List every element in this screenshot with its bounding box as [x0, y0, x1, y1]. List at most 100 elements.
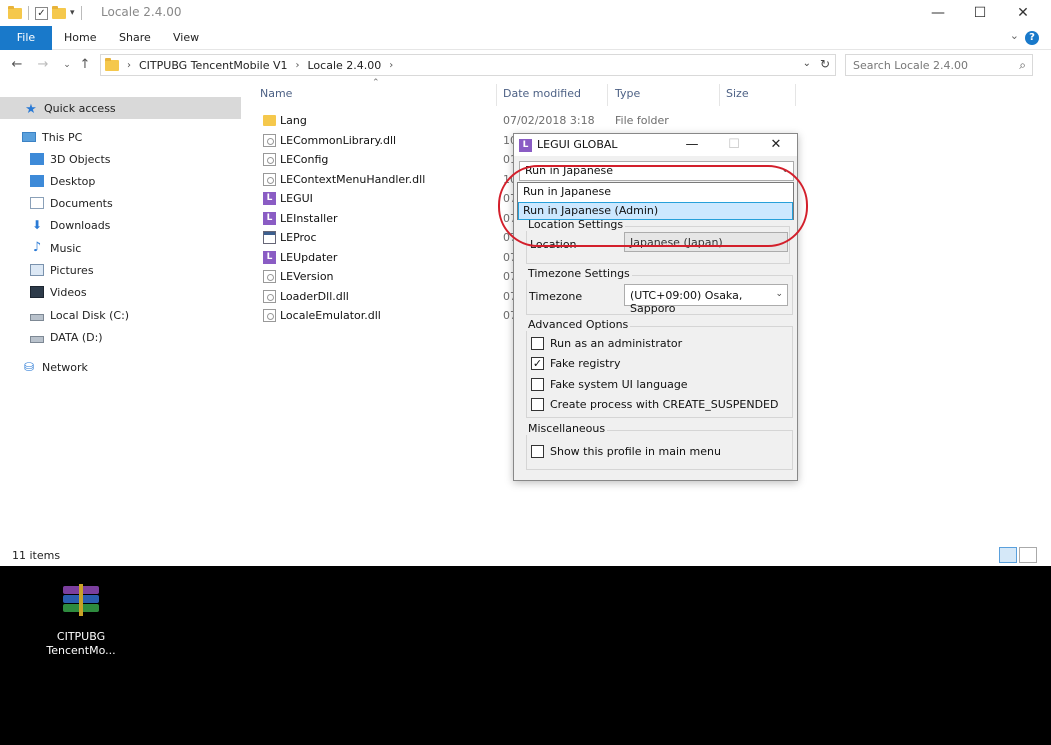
- desktop: ✓ ▾ Locale 2.4.00 — ☐ ✕ File Home Share …: [0, 0, 1051, 745]
- exe-icon: [263, 231, 276, 244]
- back-button[interactable]: ←: [8, 56, 26, 74]
- checkbox[interactable]: [531, 336, 544, 350]
- sidebar-item-3d-objects[interactable]: 3D Objects: [30, 149, 111, 169]
- sidebar-item-documents[interactable]: Documents: [30, 193, 113, 213]
- app-icon: L: [263, 250, 276, 264]
- address-bar[interactable]: › CITPUBG TencentMobile V1 › Locale 2.4.…: [100, 54, 836, 76]
- close-button[interactable]: ✕: [761, 136, 791, 154]
- new-folder-icon[interactable]: [52, 5, 66, 19]
- recent-locations-icon[interactable]: ⌄: [58, 56, 76, 74]
- details-view-button[interactable]: [999, 547, 1017, 563]
- column-divider[interactable]: [607, 84, 608, 106]
- tab-view[interactable]: View: [173, 26, 199, 50]
- address-history-icon[interactable]: ⌄: [803, 58, 811, 69]
- file-name: LEInstaller: [280, 211, 338, 225]
- profile-select[interactable]: Run in Japanese ⌄: [519, 161, 794, 181]
- timezone-select[interactable]: (UTC+09:00) Osaka, Sapporo ⌄: [624, 284, 788, 315]
- dropdown-option-highlighted[interactable]: Run in Japanese (Admin): [518, 202, 793, 220]
- checkbox-fake-registry[interactable]: ✓ Fake registry: [531, 355, 620, 371]
- sidebar-item-label: Music: [50, 241, 82, 255]
- dialog-title-bar: L LEGUI GLOBAL — ☐ ✕: [514, 134, 797, 156]
- column-divider[interactable]: [496, 84, 497, 106]
- chevron-right-icon[interactable]: ›: [296, 60, 300, 71]
- status-item-count: 11 items: [12, 549, 61, 562]
- 3d-objects-icon: [30, 153, 44, 165]
- search-input[interactable]: Search Locale 2.4.00 ⌕: [845, 54, 1033, 76]
- sidebar-item-local-disk[interactable]: Local Disk (C:): [30, 305, 129, 325]
- folder-icon: [105, 57, 119, 71]
- dropdown-option[interactable]: Run in Japanese: [518, 183, 793, 201]
- advanced-options-title: Advanced Options: [526, 318, 631, 331]
- sidebar-item-quick-access[interactable]: ★ Quick access: [0, 97, 241, 119]
- file-name: LEVersion: [280, 270, 334, 283]
- chevron-right-icon[interactable]: ›: [389, 60, 393, 71]
- sidebar-item-this-pc[interactable]: This PC: [22, 127, 82, 147]
- checkbox-run-as-admin[interactable]: Run as an administrator: [531, 335, 682, 351]
- checkbox[interactable]: [531, 397, 544, 411]
- sidebar-item-label: Desktop: [50, 174, 96, 188]
- forward-button[interactable]: →: [34, 56, 52, 74]
- divider: [80, 6, 82, 20]
- sidebar-item-downloads[interactable]: ⬇ Downloads: [30, 215, 110, 235]
- sidebar-item-data-drive[interactable]: DATA (D:): [30, 327, 103, 347]
- file-type: File folder: [615, 114, 669, 127]
- close-button[interactable]: ✕: [1001, 0, 1045, 26]
- sidebar-item-pictures[interactable]: Pictures: [30, 260, 94, 280]
- large-icons-view-button[interactable]: [1019, 547, 1037, 563]
- dialog-title: LEGUI GLOBAL: [537, 138, 618, 151]
- app-icon: L: [263, 211, 276, 225]
- profile-dropdown-list: Run in Japanese Run in Japanese (Admin): [517, 182, 794, 220]
- folder-icon: [263, 115, 276, 126]
- up-button[interactable]: ↑: [76, 56, 94, 74]
- winrar-archive-icon: [61, 584, 101, 618]
- checkbox[interactable]: [531, 377, 544, 391]
- sidebar-item-label: Videos: [50, 285, 87, 299]
- legui-logo-icon: L: [519, 139, 532, 152]
- tab-share[interactable]: Share: [119, 26, 151, 50]
- app-icon: L: [263, 192, 276, 205]
- star-icon: ★: [25, 102, 37, 117]
- profile-select-value: Run in Japanese: [525, 164, 614, 177]
- desktop-shortcut[interactable]: CITPUBG TencentMo...: [40, 584, 122, 658]
- checkbox-create-suspended[interactable]: Create process with CREATE_SUSPENDED: [531, 396, 778, 412]
- properties-icon[interactable]: ✓: [35, 6, 48, 20]
- tab-home[interactable]: Home: [64, 26, 96, 50]
- location-select[interactable]: Japanese (Japan): [624, 232, 788, 252]
- help-icon[interactable]: ?: [1025, 31, 1039, 45]
- column-header-name[interactable]: Name: [260, 87, 292, 100]
- location-select-value: Japanese (Japan): [630, 236, 723, 249]
- minimize-button[interactable]: —: [916, 0, 960, 26]
- column-header-date[interactable]: Date modified: [503, 87, 581, 100]
- sidebar-item-label: This PC: [42, 130, 83, 144]
- expand-ribbon-icon[interactable]: ⌄: [1010, 29, 1019, 42]
- timezone-label: Timezone: [529, 290, 583, 303]
- sidebar-item-videos[interactable]: Videos: [30, 282, 87, 302]
- search-placeholder: Search Locale 2.4.00: [853, 59, 969, 72]
- column-header-size[interactable]: Size: [726, 87, 749, 100]
- tab-file[interactable]: File: [0, 26, 52, 50]
- refresh-icon[interactable]: ↻: [820, 57, 830, 71]
- checkbox-show-in-menu[interactable]: Show this profile in main menu: [531, 443, 721, 459]
- breadcrumb-item[interactable]: Locale 2.4.00: [308, 59, 382, 72]
- checkbox[interactable]: [531, 444, 544, 458]
- pictures-icon: [30, 264, 44, 276]
- column-header-type[interactable]: Type: [615, 87, 640, 100]
- minimize-button[interactable]: —: [677, 136, 707, 154]
- breadcrumb-item[interactable]: CITPUBG TencentMobile V1: [139, 59, 288, 72]
- checkbox-checked[interactable]: ✓: [531, 356, 544, 370]
- file-row[interactable]: Lang 07/02/2018 3:18 File folder: [258, 111, 798, 130]
- checkbox-fake-ui-language[interactable]: Fake system UI language: [531, 376, 688, 392]
- sidebar-item-network[interactable]: ⛁ Network: [22, 357, 88, 377]
- download-icon: ⬇: [31, 218, 43, 232]
- file-date: 07/02/2018 3:18: [503, 114, 595, 127]
- column-divider[interactable]: [719, 84, 720, 106]
- column-divider[interactable]: [795, 84, 796, 106]
- sidebar-item-desktop[interactable]: Desktop: [30, 171, 95, 191]
- customize-qat-icon[interactable]: ▾: [70, 8, 75, 18]
- file-name: LoaderDll.dll: [280, 289, 349, 303]
- drive-icon: [30, 335, 44, 343]
- sidebar-item-music[interactable]: ♪ Music: [30, 238, 81, 258]
- maximize-button[interactable]: ☐: [958, 0, 1002, 26]
- checkbox-label: Fake registry: [550, 356, 621, 370]
- location-label: Location: [530, 238, 577, 251]
